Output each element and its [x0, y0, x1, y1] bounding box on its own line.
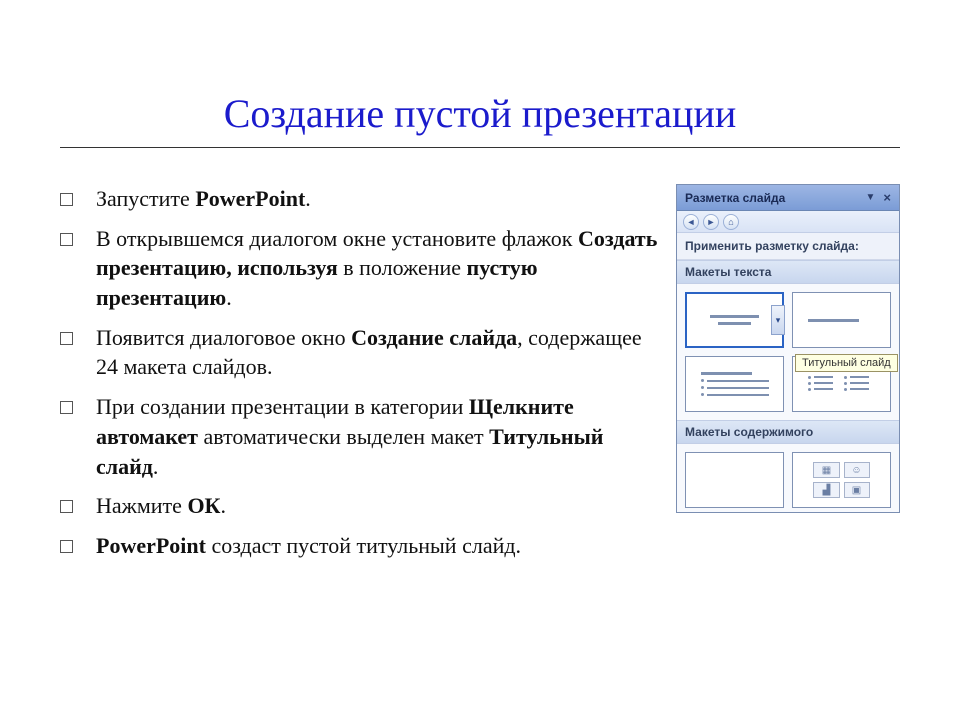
layout-title-slide[interactable]: ▾	[685, 292, 784, 348]
bullet-item: Нажмите ОК.	[60, 491, 662, 521]
chevron-down-icon[interactable]: ▾	[771, 305, 785, 335]
forward-icon[interactable]: ►	[703, 214, 719, 230]
task-pane-toolbar: ◄ ► ⌂	[677, 211, 899, 233]
back-icon[interactable]: ◄	[683, 214, 699, 230]
layout-tooltip: Титульный слайд	[795, 354, 898, 372]
slide-body: Запустите PowerPoint. В открывшемся диал…	[60, 184, 900, 571]
layout-content[interactable]: ▦ ☺ ▟ ▣	[792, 452, 891, 508]
bullet-item: При создании презентации в категории Щел…	[60, 392, 662, 481]
bullet-item: В открывшемся диалогом окне установите ф…	[60, 224, 662, 313]
task-pane-titlebar[interactable]: Разметка слайда ▼ ×	[677, 185, 899, 211]
home-icon[interactable]: ⌂	[723, 214, 739, 230]
bullet-list: Запустите PowerPoint. В открывшемся диал…	[60, 184, 662, 571]
layout-grid-content: ▦ ☺ ▟ ▣	[677, 444, 899, 512]
section-text-layouts: Макеты текста	[677, 260, 899, 284]
close-icon[interactable]: ×	[879, 190, 895, 205]
layout-grid-text: ▾ Титульный слайд	[677, 284, 899, 420]
slide: Создание пустой презентации Запустите Po…	[0, 0, 960, 720]
bullet-item: Запустите PowerPoint.	[60, 184, 662, 214]
bullet-item: PowerPoint создаст пустой титульный слай…	[60, 531, 662, 561]
bullet-item: Появится диалоговое окно Создание слайда…	[60, 323, 662, 382]
section-content-layouts: Макеты содержимого	[677, 420, 899, 444]
task-pane-title: Разметка слайда	[685, 191, 785, 205]
layout-title-only[interactable]	[792, 292, 891, 348]
table-icon: ▦	[813, 462, 839, 478]
slide-title: Создание пустой презентации	[60, 90, 900, 148]
person-icon: ☺	[844, 462, 870, 478]
dropdown-icon[interactable]: ▼	[862, 192, 880, 203]
image-icon: ▣	[844, 482, 870, 498]
apply-layout-label: Применить разметку слайда:	[677, 233, 899, 260]
chart-icon: ▟	[813, 482, 839, 498]
task-pane: Разметка слайда ▼ × ◄ ► ⌂ Применить разм…	[676, 184, 900, 513]
layout-blank[interactable]	[685, 452, 784, 508]
layout-title-and-text[interactable]	[685, 356, 784, 412]
